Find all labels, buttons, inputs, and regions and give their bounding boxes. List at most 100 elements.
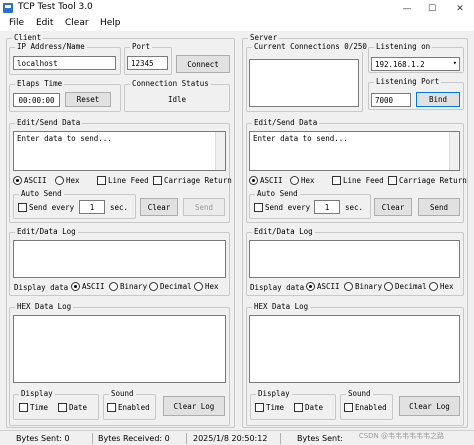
listening-port-label: Listening Port — [374, 77, 442, 87]
client-send-scrollbar[interactable] — [215, 132, 225, 170]
menu-bar: File Edit Clear Help — [0, 17, 474, 31]
server-ascii-radio[interactable]: ASCII — [249, 176, 283, 185]
client-line-feed-label: Line Feed — [108, 176, 149, 185]
client-hex-log-label: HEX Data Log — [15, 302, 74, 312]
server-date-checkbox[interactable]: Date — [294, 403, 323, 412]
client-time-checkbox[interactable]: Time — [19, 403, 48, 412]
status-bytes-sent-server: Bytes Sent: — [297, 434, 343, 443]
radio-icon — [384, 282, 393, 291]
server-time-checkbox[interactable]: Time — [255, 403, 284, 412]
reset-button[interactable]: Reset — [65, 92, 111, 107]
chevron-down-icon: ▾ — [452, 59, 457, 67]
client-data-log-textarea[interactable] — [13, 240, 226, 278]
client-send-every-checkbox[interactable]: Send every — [18, 203, 74, 212]
server-ascii-label: ASCII — [260, 176, 283, 185]
client-display-label: Display — [19, 389, 55, 399]
server-sec-label: sec. — [345, 203, 364, 212]
server-hex-label: Hex — [301, 176, 315, 185]
connect-button[interactable]: Connect — [176, 55, 230, 73]
client-hex-log-textarea[interactable] — [13, 315, 226, 383]
server-sound-enabled-checkbox[interactable]: Enabled — [344, 403, 387, 412]
close-button[interactable]: ✕ — [449, 0, 471, 17]
server-auto-send-label: Auto Send — [255, 189, 300, 199]
client-sec-label: sec. — [110, 203, 129, 212]
server-date-label: Date — [305, 403, 324, 412]
minimize-button[interactable]: — — [396, 0, 418, 17]
bind-button[interactable]: Bind — [416, 92, 460, 107]
client-log-hex-label: Hex — [205, 282, 219, 291]
server-send-scrollbar[interactable] — [449, 132, 459, 170]
current-connections-list[interactable] — [249, 59, 359, 107]
client-send-textarea[interactable]: Enter data to send... — [13, 131, 226, 171]
menu-clear[interactable]: Clear — [65, 18, 89, 28]
radio-icon — [13, 176, 22, 185]
server-data-log-textarea[interactable] — [249, 240, 460, 278]
client-clear-button[interactable]: Clear — [140, 198, 178, 216]
server-log-binary-radio[interactable]: Binary — [344, 282, 382, 291]
status-separator — [280, 433, 281, 444]
server-log-hex-radio[interactable]: Hex — [429, 282, 454, 291]
listening-on-select[interactable]: 192.168.1.2 ▾ — [371, 57, 460, 71]
client-ascii-radio[interactable]: ASCII — [13, 176, 47, 185]
server-log-decimal-label: Decimal — [395, 282, 427, 291]
server-send-every-label: Send every — [265, 203, 311, 212]
status-separator — [186, 433, 187, 444]
client-time-label: Time — [30, 403, 49, 412]
server-display-label: Display — [256, 389, 292, 399]
server-interval-input[interactable]: 1 — [314, 200, 340, 214]
client-ascii-label: ASCII — [24, 176, 47, 185]
client-carriage-return-checkbox[interactable]: Carriage Return — [153, 176, 232, 185]
connection-status-label: Connection Status — [130, 79, 211, 89]
server-hex-radio[interactable]: Hex — [290, 176, 315, 185]
radio-icon — [194, 282, 203, 291]
server-send-button[interactable]: Send — [418, 198, 460, 216]
radio-icon — [290, 176, 299, 185]
server-hex-log-textarea[interactable] — [249, 315, 460, 383]
status-separator — [92, 433, 93, 444]
client-display-data-label: Display data — [14, 283, 69, 292]
server-port-input[interactable]: 7000 — [371, 93, 411, 107]
server-line-feed-checkbox[interactable]: Line Feed — [332, 176, 384, 185]
menu-edit[interactable]: Edit — [36, 18, 53, 28]
client-hex-radio[interactable]: Hex — [55, 176, 80, 185]
menu-file[interactable]: File — [9, 18, 24, 28]
connection-status-value: Idle — [168, 95, 187, 104]
server-carriage-return-label: Carriage Return — [399, 176, 467, 185]
client-clear-log-button[interactable]: Clear Log — [163, 396, 225, 416]
radio-icon — [306, 282, 315, 291]
client-data-log-label: Edit/Data Log — [15, 227, 78, 237]
server-send-every-checkbox[interactable]: Send every — [254, 203, 310, 212]
client-line-feed-checkbox[interactable]: Line Feed — [97, 176, 149, 185]
client-log-ascii-radio[interactable]: ASCII — [71, 282, 105, 291]
server-log-ascii-label: ASCII — [317, 282, 340, 291]
server-carriage-return-checkbox[interactable]: Carriage Return — [388, 176, 467, 185]
server-edit-send-label: Edit/Send Data — [252, 118, 320, 128]
client-log-hex-radio[interactable]: Hex — [194, 282, 219, 291]
checkbox-icon — [344, 403, 353, 412]
listening-on-value: 192.168.1.2 — [375, 60, 425, 69]
server-send-textarea[interactable]: Enter data to send... — [249, 131, 460, 171]
client-send-every-label: Send every — [29, 203, 75, 212]
status-datetime: 2025/1/8 20:50:12 — [193, 434, 268, 443]
checkbox-icon — [97, 176, 106, 185]
client-log-decimal-radio[interactable]: Decimal — [149, 282, 192, 291]
client-interval-input[interactable]: 1 — [79, 200, 105, 214]
server-clear-log-button[interactable]: Clear Log — [399, 396, 460, 416]
server-log-decimal-radio[interactable]: Decimal — [384, 282, 427, 291]
client-log-binary-radio[interactable]: Binary — [109, 282, 147, 291]
radio-icon — [71, 282, 80, 291]
checkbox-icon — [19, 403, 28, 412]
server-data-log-label: Edit/Data Log — [252, 227, 315, 237]
server-clear-button[interactable]: Clear — [374, 198, 412, 216]
server-log-ascii-radio[interactable]: ASCII — [306, 282, 340, 291]
radio-icon — [55, 176, 64, 185]
menu-help[interactable]: Help — [100, 18, 121, 28]
client-sound-enabled-label: Enabled — [118, 403, 150, 412]
client-send-button[interactable]: Send — [183, 198, 225, 216]
checkbox-icon — [153, 176, 162, 185]
client-port-input[interactable]: 12345 — [127, 56, 168, 70]
client-sound-enabled-checkbox[interactable]: Enabled — [107, 403, 150, 412]
client-ip-input[interactable]: localhost — [13, 56, 116, 70]
maximize-button[interactable]: ☐ — [421, 0, 443, 17]
client-date-checkbox[interactable]: Date — [58, 403, 87, 412]
